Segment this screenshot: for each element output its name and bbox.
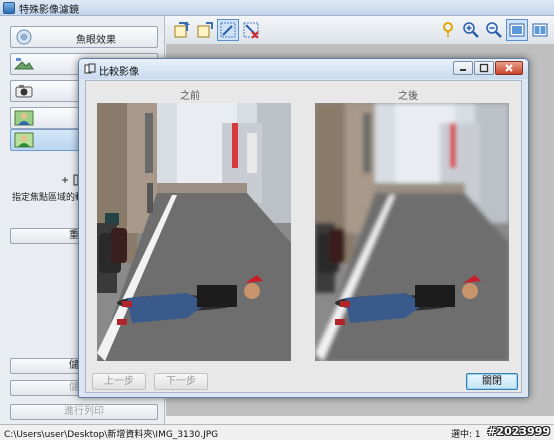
fisheye-icon	[16, 29, 32, 45]
close-icon	[505, 64, 513, 72]
landscape-icon	[14, 58, 34, 70]
after-image	[315, 103, 509, 361]
help-icon[interactable]	[437, 19, 459, 41]
person-icon	[14, 110, 34, 126]
dialog-titlebar: 比較影像	[79, 59, 528, 79]
erase-icon[interactable]	[240, 19, 262, 41]
print-button[interactable]: 進行列印	[10, 404, 158, 420]
next-button[interactable]: 下一步	[154, 373, 208, 390]
main-window-title: 特殊影像濾鏡	[19, 5, 79, 16]
compare-dialog: 比較影像 之前 之後 上一步 下一步 關閉	[78, 58, 529, 398]
single-view-icon[interactable]	[506, 19, 528, 41]
minimize-icon	[460, 69, 466, 71]
previous-button[interactable]: 上一步	[92, 373, 146, 390]
dialog-close-button[interactable]: 關閉	[466, 373, 518, 390]
person-focus-icon	[14, 132, 34, 148]
toolbar	[165, 16, 554, 44]
file-path: C:\Users\user\Desktop\新增資料夾\IMG_3130.JPG	[4, 430, 219, 440]
after-label: 之後	[398, 91, 418, 102]
dialog-close-x-button[interactable]	[495, 61, 523, 75]
minimize-button[interactable]	[453, 61, 473, 75]
status-bar: C:\Users\user\Desktop\新增資料夾\IMG_3130.JPG…	[0, 424, 554, 440]
before-label: 之前	[180, 91, 200, 102]
maximize-button[interactable]	[474, 61, 494, 75]
export-icon[interactable]	[194, 19, 216, 41]
focus-hint-text: 指定焦點區域的動	[12, 193, 82, 203]
fisheye-effect-button[interactable]: 魚眼效果	[10, 26, 158, 48]
dialog-body: 之前 之後 上一步 下一步 關閉	[85, 80, 522, 393]
app-icon	[3, 2, 15, 14]
split-view-icon[interactable]	[529, 19, 551, 41]
before-image	[97, 103, 291, 361]
main-titlebar: 特殊影像濾鏡	[0, 0, 554, 16]
brush-icon[interactable]	[217, 19, 239, 41]
maximize-icon	[479, 63, 489, 73]
zoom-out-icon[interactable]	[483, 19, 505, 41]
selection-count: 選中: 1	[451, 430, 481, 440]
compare-icon	[84, 63, 96, 74]
camera-icon	[15, 85, 33, 98]
import-icon[interactable]	[171, 19, 193, 41]
watermark: #2023999	[487, 425, 550, 438]
zoom-in-icon[interactable]	[460, 19, 482, 41]
dialog-title: 比較影像	[99, 67, 139, 78]
fisheye-effect-label: 魚眼效果	[76, 35, 116, 46]
